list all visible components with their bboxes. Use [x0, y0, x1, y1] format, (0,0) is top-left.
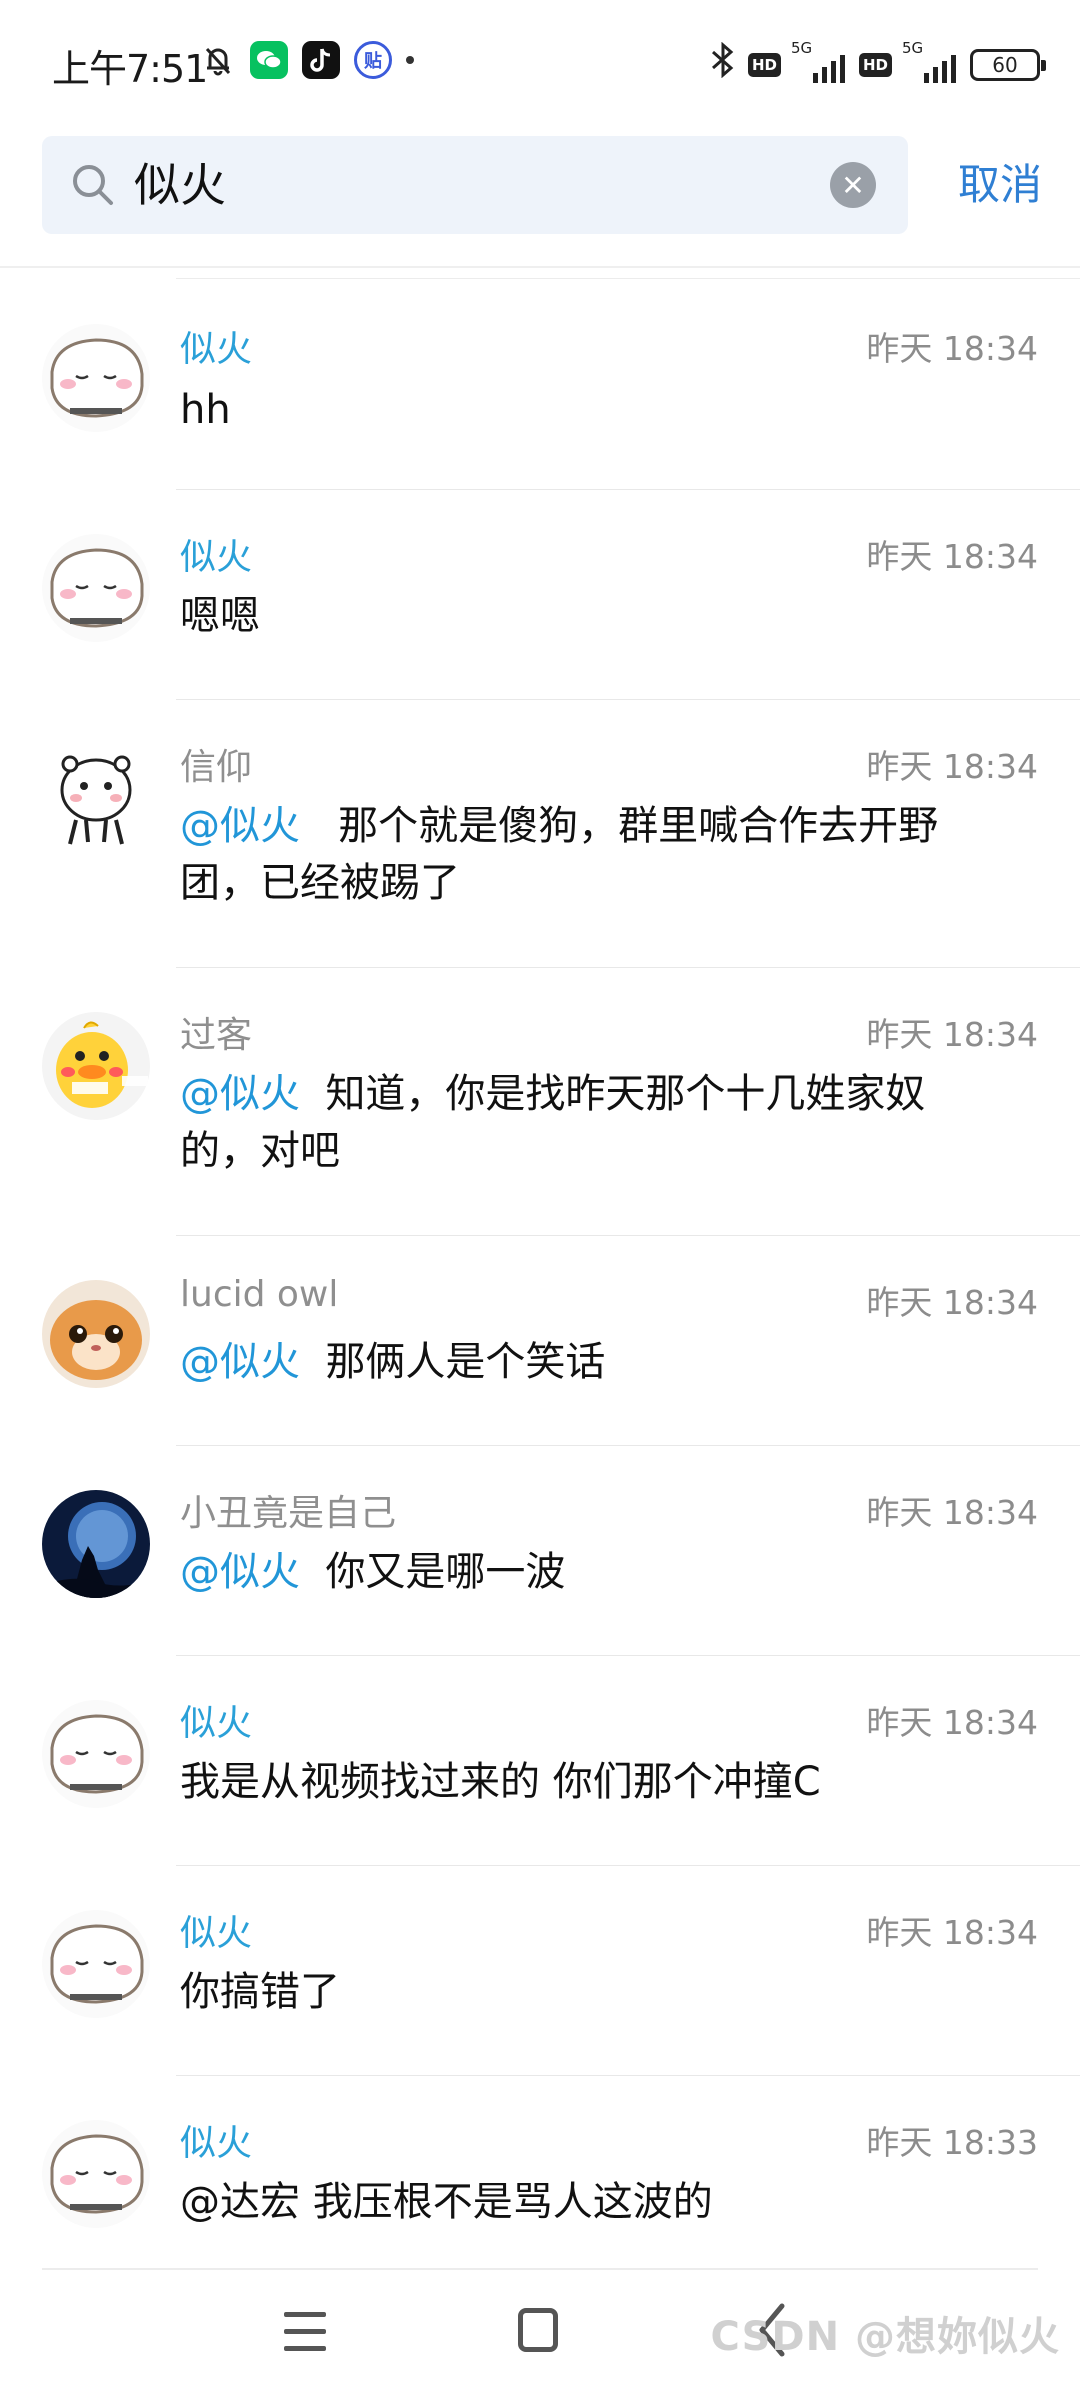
sender-name: 似火 [180, 2123, 253, 2164]
bluetooth-icon [708, 41, 738, 87]
search-row: ✕ 取消 [42, 136, 1042, 234]
signal-icon-1: 5G [791, 39, 849, 83]
wechat-icon [250, 41, 288, 79]
message-body: 嗯嗯 [180, 593, 260, 639]
system-status-icons: HD 5G HD 5G 60 [708, 39, 1046, 87]
message-body: hh [180, 387, 231, 433]
message-time: 昨天 18:34 [866, 747, 1038, 786]
network-type-2: 5G [902, 38, 924, 57]
duck-avatar[interactable] [42, 1012, 150, 1120]
sender-name: 似火 [180, 1703, 253, 1744]
battery-icon: 60 [970, 48, 1046, 81]
message-time: 昨天 18:34 [866, 1283, 1038, 1322]
sender-name: lucid owl [180, 1274, 339, 1315]
hd-badge-1: HD [747, 52, 781, 77]
result-item[interactable]: lucid owl 昨天 18:34 @似火 那俩人是个笑话 [0, 1236, 1080, 1446]
message-text: @似火 你又是哪一波 [180, 1544, 1000, 1601]
search-result-list: 似火 昨天 18:34 hh 似火 昨天 18:34 嗯嗯 信仰 昨天 18:3… [0, 280, 1080, 2266]
cat-avatar[interactable] [42, 1700, 150, 1808]
orange-cat-avatar[interactable] [42, 1280, 150, 1388]
mention: @似火 [180, 1071, 300, 1117]
list-top-divider [176, 278, 1080, 279]
mention: @似火 [180, 1339, 300, 1385]
mention: @似火 [180, 1549, 300, 1595]
message-body: @达宏 我压根不是骂人这波的 [180, 2179, 713, 2225]
home-icon[interactable] [518, 2308, 558, 2352]
message-body: 你又是哪一波 [325, 1549, 566, 1595]
cat-avatar[interactable] [42, 534, 150, 642]
sender-name: 信仰 [180, 747, 253, 788]
cat-avatar[interactable] [42, 324, 150, 432]
result-item[interactable]: 似火 昨天 18:34 嗯嗯 [0, 490, 1080, 700]
message-text: @似火 那俩人是个笑话 [180, 1334, 1000, 1391]
result-item[interactable]: 似火 昨天 18:34 我是从视频找过来的 你们那个冲撞C [0, 1656, 1080, 1866]
message-body: 你搞错了 [180, 1969, 340, 2015]
tiktok-icon [302, 41, 340, 79]
hd-badge-2: HD [858, 52, 892, 77]
search-box[interactable]: ✕ [42, 136, 908, 234]
message-text: 你搞错了 [180, 1964, 1000, 2021]
message-time: 昨天 18:34 [866, 1913, 1038, 1952]
result-item[interactable]: 信仰 昨天 18:34 @似火 那个就是傻狗，群里喊合作去开野团，已经被踢了 [0, 700, 1080, 968]
message-text: 我是从视频找过来的 你们那个冲撞C [180, 1754, 1000, 1811]
message-time: 昨天 18:34 [866, 329, 1038, 368]
message-time: 昨天 18:33 [866, 2123, 1038, 2162]
message-time: 昨天 18:34 [866, 1493, 1038, 1532]
sender-name: 小丑竟是自己 [180, 1493, 397, 1534]
message-time: 昨天 18:34 [866, 1703, 1038, 1742]
message-body: 我是从视频找过来的 你们那个冲撞C [180, 1759, 821, 1805]
message-text: @达宏 我压根不是骂人这波的 [180, 2174, 1000, 2231]
signal-icon-2: 5G [902, 39, 960, 83]
wolf-moon-avatar[interactable] [42, 1490, 150, 1598]
sender-name: 似火 [180, 1913, 253, 1954]
watermark: CSDN @想妳似火 [710, 2314, 1060, 2360]
message-time: 昨天 18:34 [866, 1015, 1038, 1054]
result-item[interactable]: 过客 昨天 18:34 @似火 知道，你是找昨天那个十几姓家奴的，对吧 [0, 968, 1080, 1236]
more-dot-icon [406, 56, 414, 64]
message-time: 昨天 18:34 [866, 537, 1038, 576]
sender-name: 似火 [180, 537, 253, 578]
sender-name: 过客 [180, 1015, 253, 1056]
message-text: @似火 知道，你是找昨天那个十几姓家奴的，对吧 [180, 1066, 1000, 1180]
recent-apps-icon[interactable] [284, 2312, 326, 2352]
mention: @似火 [180, 803, 300, 849]
network-type-1: 5G [790, 38, 813, 57]
header-divider [0, 266, 1080, 268]
tieba-icon: 贴 [354, 41, 392, 79]
cat-avatar[interactable] [42, 2120, 150, 2228]
message-text: @似火 那个就是傻狗，群里喊合作去开野团，已经被踢了 [180, 798, 1000, 912]
message-body: 那俩人是个笑话 [325, 1339, 606, 1385]
result-item[interactable]: 似火 昨天 18:33 @达宏 我压根不是骂人这波的 [0, 2076, 1080, 2266]
search-input[interactable] [134, 136, 834, 234]
battery-level: 60 [992, 52, 1018, 77]
message-text: 嗯嗯 [180, 588, 1000, 645]
cat-avatar[interactable] [42, 1910, 150, 2018]
sender-name: 似火 [180, 329, 253, 370]
system-nav-bar: CSDN @想妳似火 [0, 2290, 1080, 2400]
notification-icons: 贴 [200, 40, 414, 80]
message-text: hh [180, 382, 1000, 439]
result-item[interactable]: 似火 昨天 18:34 hh [0, 280, 1080, 490]
status-time: 上午7:51 [52, 47, 208, 91]
clear-icon[interactable]: ✕ [830, 162, 876, 208]
status-bar: 上午7:51 贴 HD 5G HD 5G 60 [0, 0, 1080, 120]
cancel-button[interactable]: 取消 [932, 136, 1042, 234]
result-item[interactable]: 似火 昨天 18:34 你搞错了 [0, 1866, 1080, 2076]
bell-off-icon [200, 41, 236, 79]
result-item[interactable]: 小丑竟是自己 昨天 18:34 @似火 你又是哪一波 [0, 1446, 1080, 1656]
nav-divider [42, 2268, 1038, 2270]
search-icon [73, 165, 113, 205]
bear-avatar[interactable] [42, 744, 150, 852]
